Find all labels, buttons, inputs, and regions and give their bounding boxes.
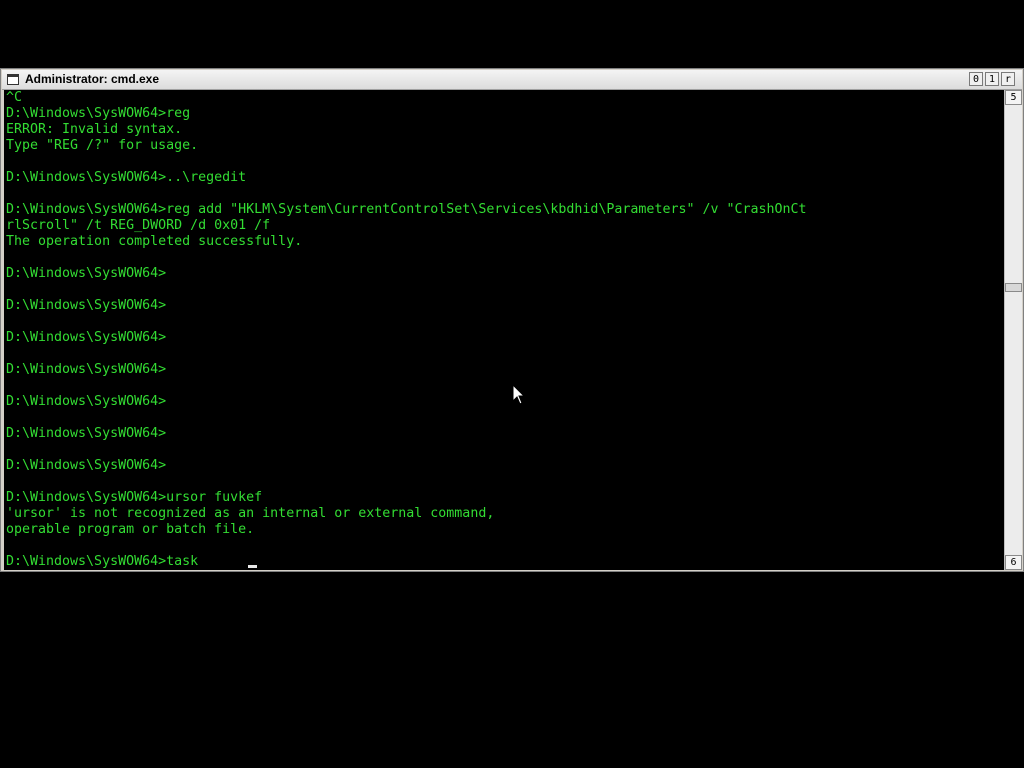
scroll-thumb[interactable] (1005, 283, 1022, 292)
minimize-button[interactable]: 0 (969, 72, 983, 86)
console-line: operable program or batch file. (6, 522, 255, 537)
console-output[interactable]: ^C D:\Windows\SysWOW64>reg ERROR: Invalid … (4, 90, 1004, 570)
console-line: D:\Windows\SysWOW64> (6, 394, 167, 409)
vertical-scrollbar[interactable]: 5 6 (1004, 90, 1022, 570)
cmd-window: Administrator: cmd.exe 0 1 r ^C D:\Window… (0, 68, 1024, 572)
close-button[interactable]: r (1001, 72, 1015, 86)
console-line: The operation completed successfully. (6, 234, 303, 249)
console-line: D:\Windows\SysWOW64>reg (6, 106, 191, 121)
console-line: D:\Windows\SysWOW64> (6, 426, 167, 441)
console-app-icon[interactable] (7, 74, 19, 85)
console-line: D:\Windows\SysWOW64> (6, 298, 167, 313)
console-line: D:\Windows\SysWOW64>task (6, 554, 199, 569)
console-line: Type "REG /?" for usage. (6, 138, 199, 153)
text-caret (248, 565, 257, 568)
console-line: D:\Windows\SysWOW64> (6, 330, 167, 345)
console-line: 'ursor' is not recognized as an internal… (6, 506, 495, 521)
maximize-button[interactable]: 1 (985, 72, 999, 86)
title-bar[interactable]: Administrator: cmd.exe 0 1 r (2, 70, 1022, 90)
console-line: ^C (6, 90, 23, 105)
console-line: D:\Windows\SysWOW64> (6, 458, 167, 473)
console-line: D:\Windows\SysWOW64>..\regedit (6, 170, 247, 185)
window-title: Administrator: cmd.exe (25, 72, 160, 86)
scroll-up-button[interactable]: 5 (1005, 90, 1022, 105)
mouse-pointer-icon (512, 384, 526, 405)
console-line: rlScroll" /t REG_DWORD /d 0x01 /f (6, 218, 271, 233)
console-line: D:\Windows\SysWOW64> (6, 266, 167, 281)
console-line: D:\Windows\SysWOW64>ursor fuvkef (6, 490, 263, 505)
scroll-down-button[interactable]: 6 (1005, 555, 1022, 570)
console-line: ERROR: Invalid syntax. (6, 122, 183, 137)
console-line: D:\Windows\SysWOW64>reg add "HKLM\System… (6, 202, 807, 217)
console-line: D:\Windows\SysWOW64> (6, 362, 167, 377)
